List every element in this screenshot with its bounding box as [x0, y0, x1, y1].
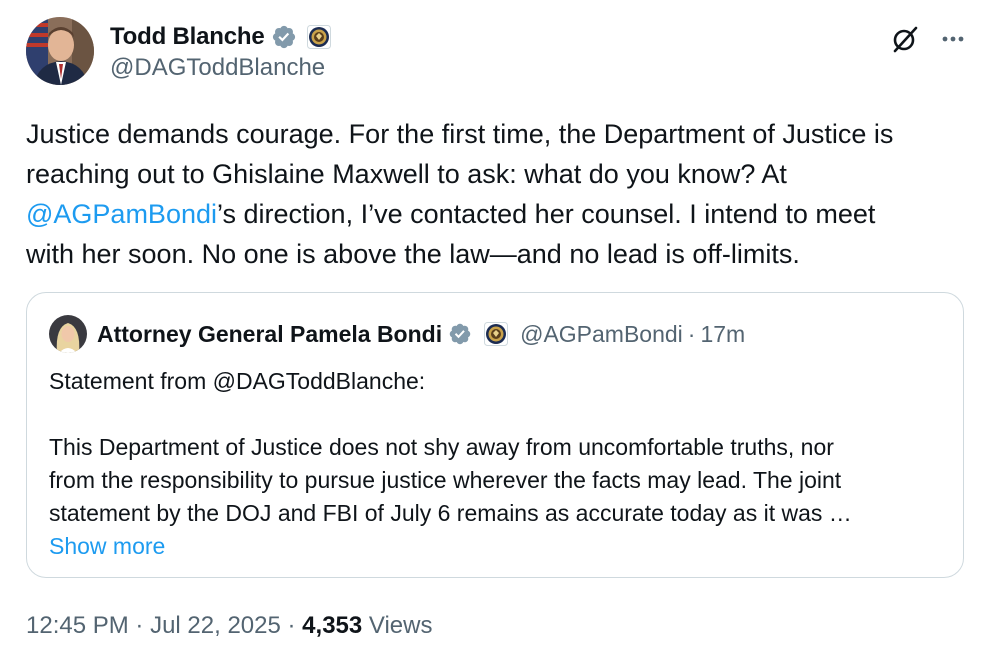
quoted-tweet-time[interactable]: 17m: [700, 321, 745, 348]
verified-badge-icon[interactable]: [271, 24, 297, 50]
tweet: Todd Blanche @DAGToddBlanche Justice dem…: [0, 0, 1000, 663]
tweet-meta: 12:45 PM · Jul 22, 2025 · 4,353 Views: [26, 612, 433, 640]
tweet-text-line: Justice demands courage. For the first t…: [26, 119, 894, 149]
tweet-text-line: @AGPamBondi’s direction, I’ve contacted …: [26, 194, 976, 234]
show-more-link[interactable]: Show more: [49, 533, 165, 559]
mention-link[interactable]: @AGPamBondi: [26, 199, 217, 229]
quoted-tweet-line: statement by the DOJ and FBI of July 6 r…: [49, 500, 852, 526]
top-actions: [888, 22, 970, 56]
doj-seal-icon: [484, 322, 509, 346]
tweet-text-fragment: ’s direction, I’ve contacted her counsel…: [217, 199, 876, 229]
separator-dot: ·: [280, 612, 303, 639]
quoted-author-avatar[interactable]: [49, 315, 87, 353]
quoted-tweet-line: Statement from @DAGToddBlanche:: [49, 368, 426, 394]
quoted-tweet[interactable]: Attorney General Pamela Bondi @AGPamBond…: [26, 292, 964, 578]
tweet-text: Justice demands courage. For the first t…: [26, 114, 976, 274]
verified-badge-icon[interactable]: [448, 322, 472, 346]
author-name[interactable]: Todd Blanche: [110, 23, 265, 51]
quoted-tweet-line: This Department of Justice does not shy …: [49, 434, 834, 460]
views-label: Views: [362, 612, 433, 639]
doj-seal-icon: [306, 25, 331, 49]
quoted-tweet-line: from the responsibility to pursue justic…: [49, 467, 842, 493]
views-count: 4,353: [302, 612, 363, 639]
grok-icon[interactable]: [888, 22, 922, 56]
author-avatar[interactable]: [26, 17, 94, 85]
tweet-text-line: with her soon. No one is above the law—a…: [26, 239, 800, 269]
tweet-date[interactable]: Jul 22, 2025: [150, 612, 281, 639]
quoted-author-handle[interactable]: @AGPamBondi: [520, 321, 683, 348]
separator-dot: ·: [128, 612, 151, 639]
quoted-tweet-header: Attorney General Pamela Bondi @AGPamBond…: [49, 315, 745, 353]
quoted-author-name[interactable]: Attorney General Pamela Bondi: [97, 321, 442, 348]
separator-dot: ·: [687, 320, 696, 347]
author-name-row: Todd Blanche: [110, 20, 331, 54]
quoted-tweet-body: Statement from @DAGToddBlanche: This Dep…: [49, 365, 949, 563]
tweet-text-line: reaching out to Ghislaine Maxwell to ask…: [26, 159, 787, 189]
author-block: Todd Blanche @DAGToddBlanche: [110, 20, 331, 82]
tweet-time[interactable]: 12:45 PM: [26, 612, 129, 639]
author-handle[interactable]: @DAGToddBlanche: [110, 54, 331, 82]
more-options-icon[interactable]: [936, 22, 970, 56]
